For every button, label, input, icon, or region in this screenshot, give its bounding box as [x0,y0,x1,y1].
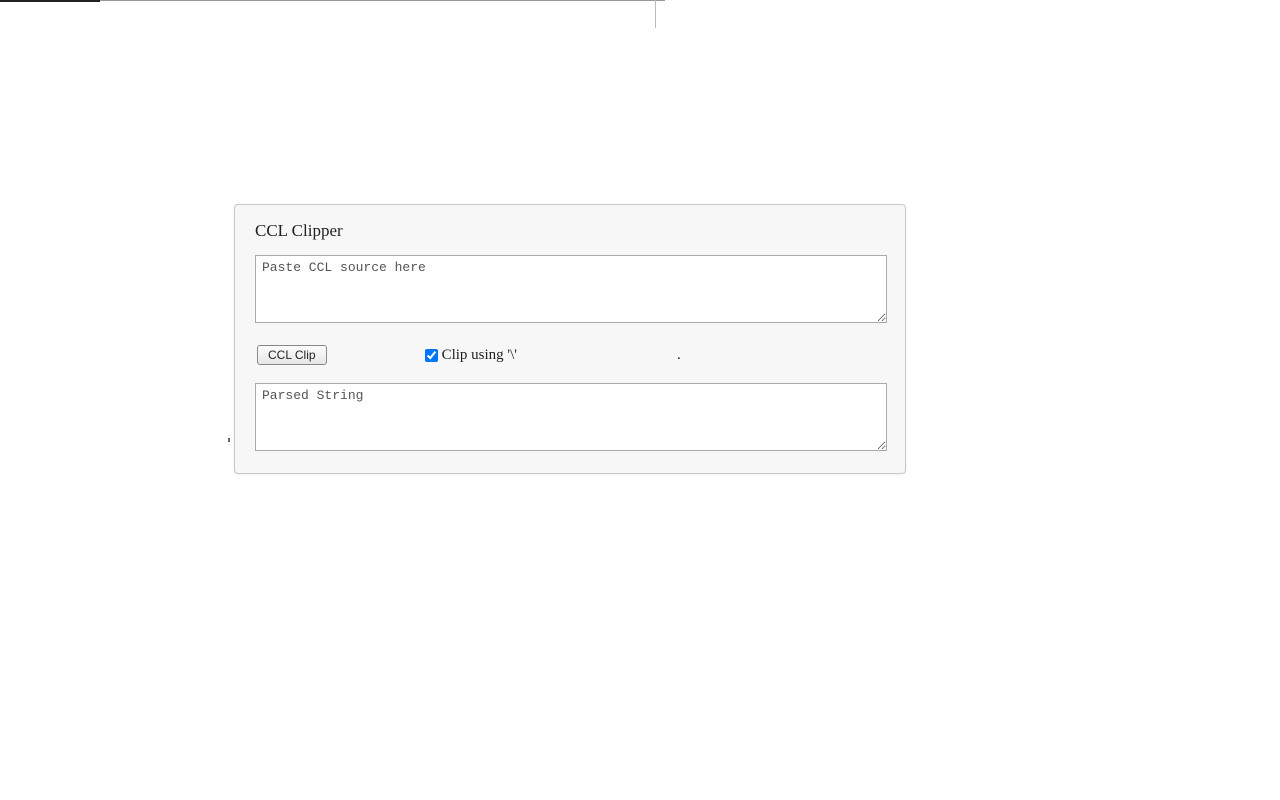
artifact-dot [228,438,230,442]
ccl-source-input[interactable] [255,255,887,323]
parsed-string-output[interactable] [255,383,887,451]
controls-row: CCL Clip Clip using '\' . [257,345,889,365]
top-tick-artifact [655,0,656,28]
panel-title: CCL Clipper [255,221,889,241]
ccl-clipper-panel: CCL Clipper CCL Clip Clip using '\' . [234,204,906,474]
trailing-dot: . [677,347,681,364]
ccl-clip-button[interactable]: CCL Clip [257,345,327,365]
top-border-artifact-dark [0,0,100,2]
clip-using-backslash-wrapper[interactable]: Clip using '\' [425,347,517,364]
clip-using-backslash-label: Clip using '\' [442,347,517,364]
clip-using-backslash-checkbox[interactable] [425,349,438,362]
